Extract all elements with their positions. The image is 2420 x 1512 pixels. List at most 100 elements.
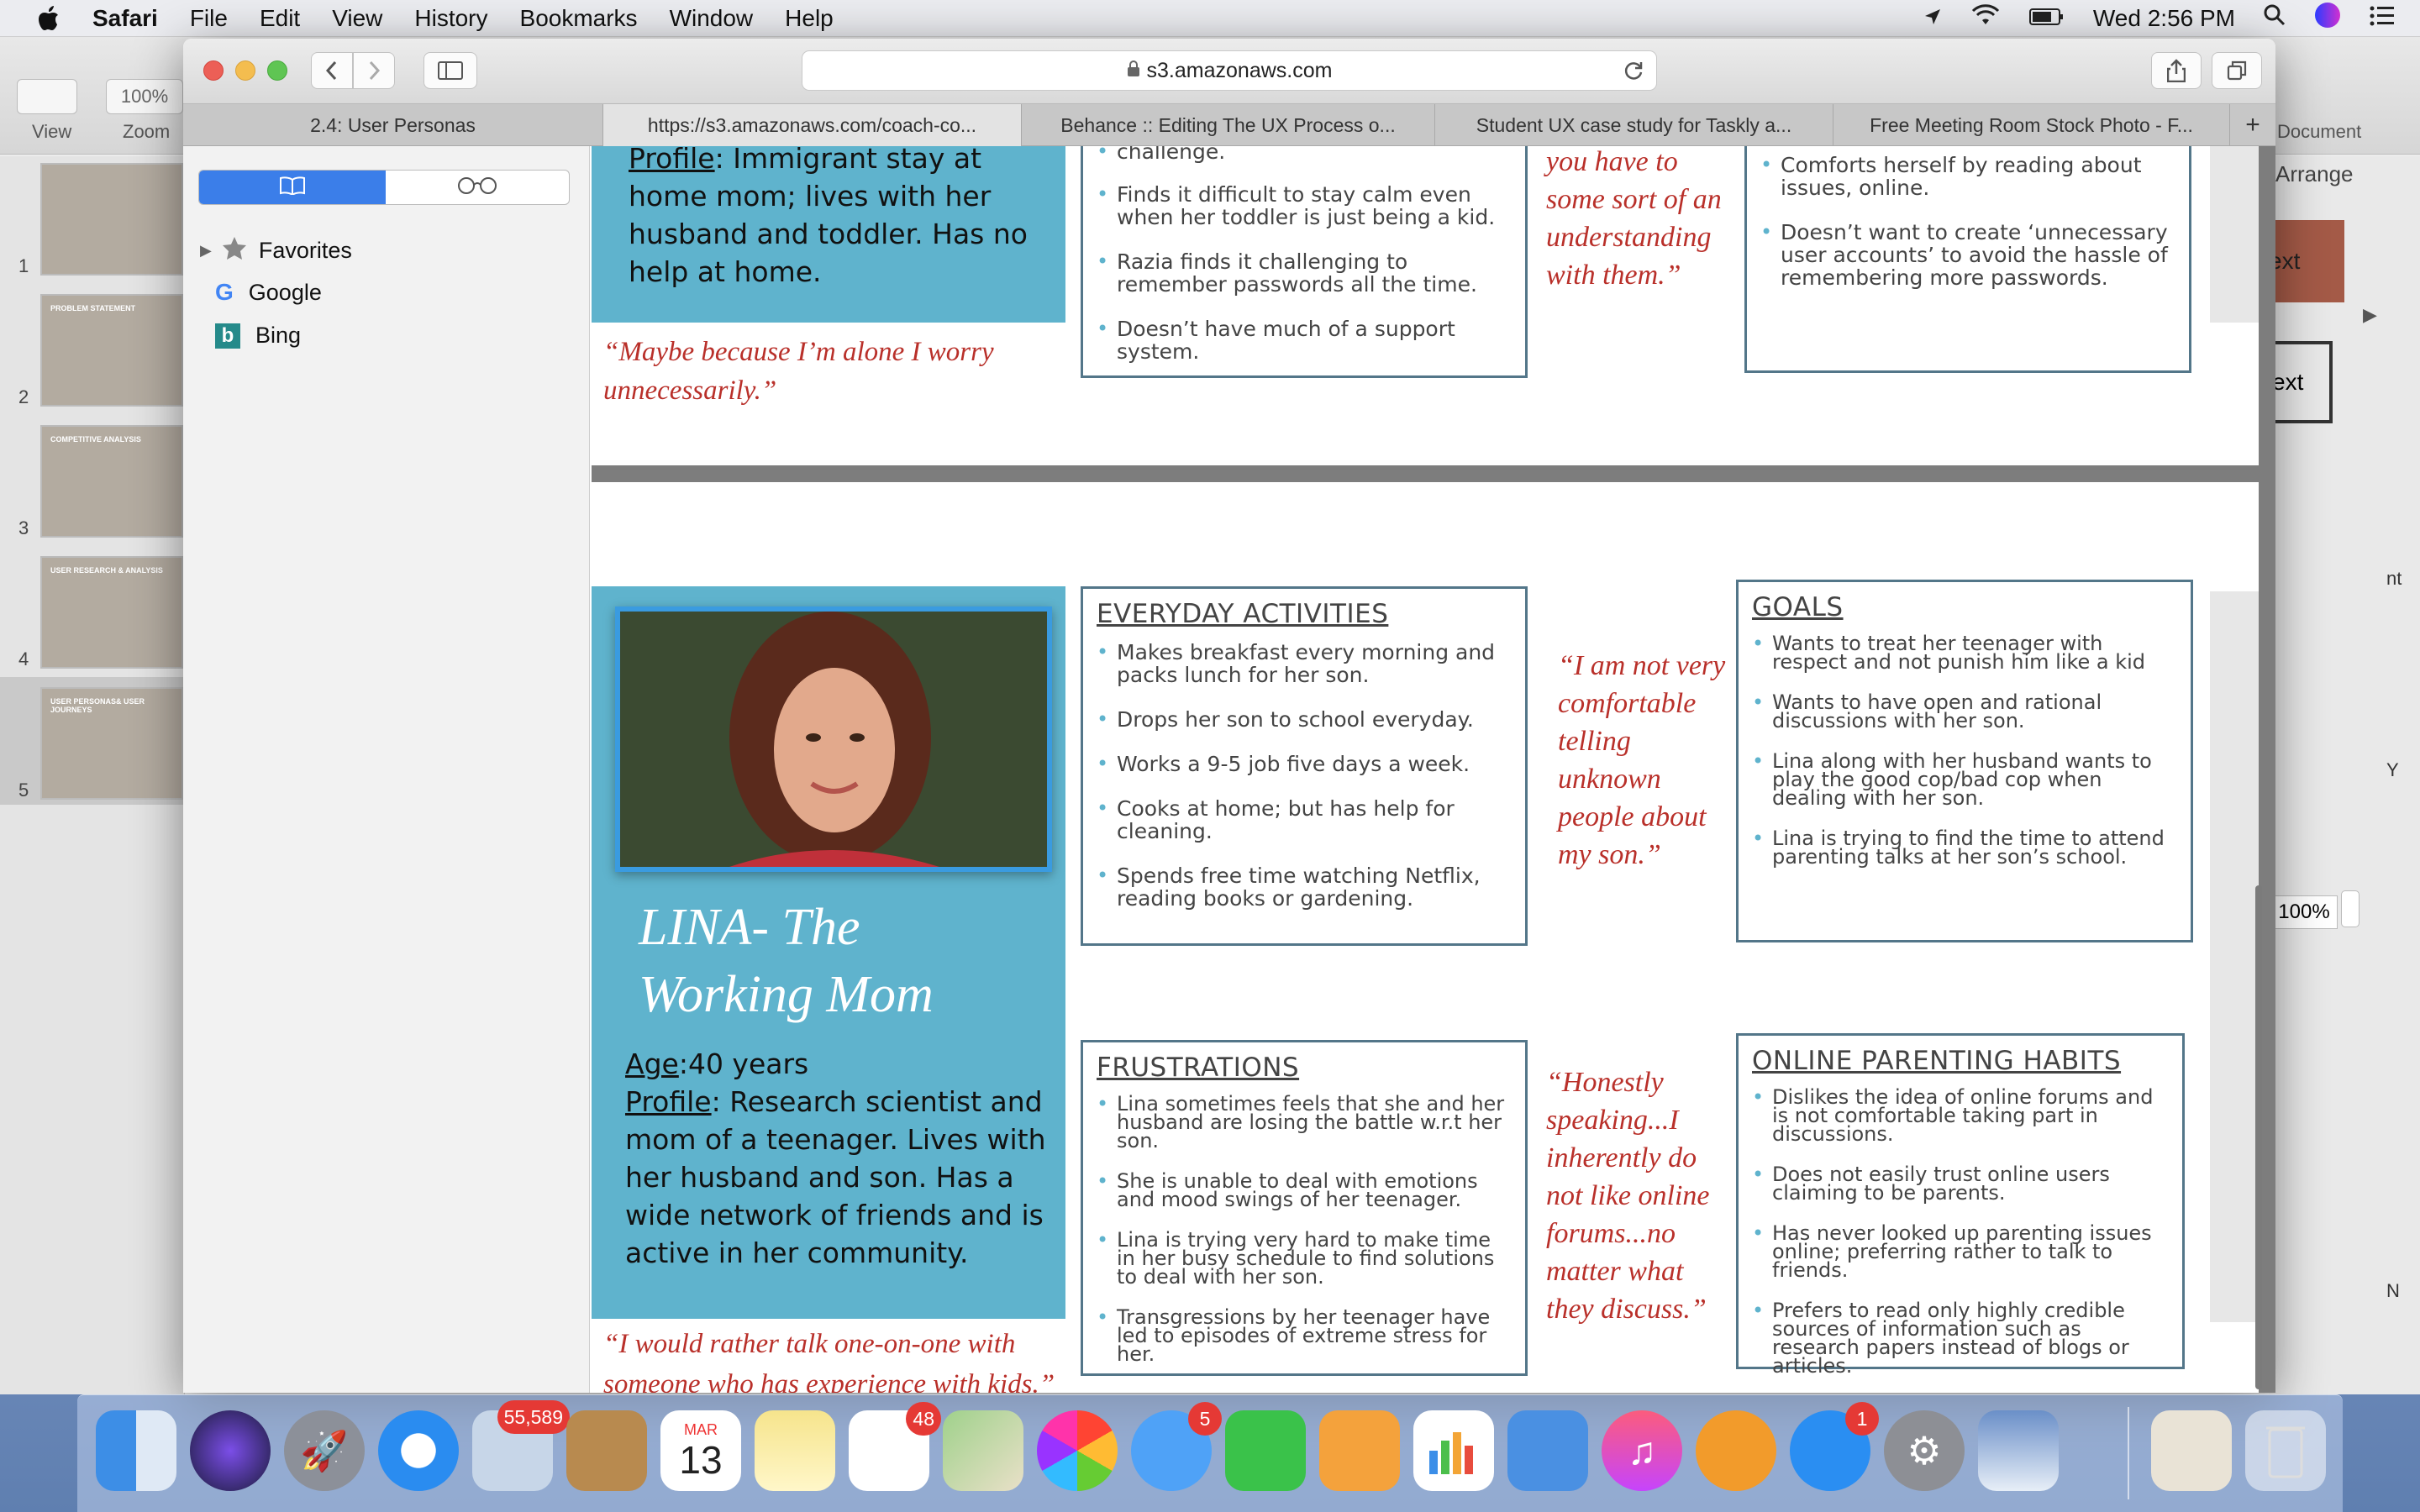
view-button[interactable] <box>17 79 77 114</box>
zoom-window-button[interactable] <box>267 60 287 81</box>
numbers-icon[interactable] <box>1413 1410 1494 1491</box>
calendar-icon[interactable]: MAR 13 <box>660 1410 741 1491</box>
slide-side-strip <box>2210 146 2259 323</box>
system-preferences-icon[interactable]: ⚙ <box>1884 1410 1965 1491</box>
disclosure-triangle-icon[interactable]: ▶ <box>200 242 212 260</box>
online-habits-card: Comforts herself by reading about issues… <box>1744 146 2191 373</box>
launchpad-icon[interactable]: 🚀 <box>284 1410 365 1491</box>
back-button[interactable] <box>311 52 353 89</box>
show-all-tabs-button[interactable] <box>2212 52 2262 89</box>
persona-profile-box: LINA- The Working Mom Age:40 years Profi… <box>592 586 1065 1319</box>
slide-number: 4 <box>18 648 29 669</box>
downloads-stack-icon[interactable] <box>2151 1410 2232 1491</box>
text-style-button[interactable]: ext <box>2269 220 2344 302</box>
sidebar-segmented-control <box>198 170 570 205</box>
safari-dock-icon[interactable] <box>378 1410 459 1491</box>
vertical-scrollbar[interactable] <box>2255 885 2262 1389</box>
habit-item: Comforts herself by reading about issues… <box>1757 154 2179 199</box>
zoom-select[interactable]: 100% <box>106 79 183 114</box>
tab-behance[interactable]: Behance :: Editing The UX Process o... <box>1022 104 1435 146</box>
document-label[interactable]: Document <box>2277 121 2361 143</box>
slide-navigator: 1 PROBLEM STATEMENT 2 COMPETITIVE ANALYS… <box>0 156 185 1394</box>
safari-window: s3.amazonaws.com 2.4: User Personas http… <box>183 39 2275 1393</box>
sidebar-item-favorites[interactable]: ▶ Favorites <box>200 235 352 266</box>
forward-button[interactable] <box>353 52 395 89</box>
messages-icon[interactable]: 5 <box>1131 1402 1222 1491</box>
menu-app-name[interactable]: Safari <box>92 5 158 32</box>
share-button[interactable] <box>2151 52 2202 89</box>
notes-icon[interactable] <box>755 1410 835 1491</box>
slide-title: USER RESEARCH & ANALYSIS <box>50 566 163 575</box>
reload-icon[interactable] <box>1623 60 1644 87</box>
sidebar-item-google[interactable]: G Google <box>215 279 322 306</box>
persona-slide-lina: LINA- The Working Mom Age:40 years Profi… <box>592 482 2259 1393</box>
wifi-icon[interactable] <box>1970 4 2001 32</box>
maps-icon[interactable] <box>943 1410 1023 1491</box>
finder-icon[interactable] <box>96 1410 176 1491</box>
everyday-activities-card: EVERYDAY ACTIVITIES Makes breakfast ever… <box>1081 586 1528 946</box>
photos-icon[interactable] <box>1037 1410 1118 1491</box>
siri-dock-icon[interactable] <box>190 1410 271 1491</box>
preview-icon[interactable] <box>1978 1410 2059 1491</box>
zoom-field[interactable]: 100% <box>2270 895 2338 929</box>
slide-number: 1 <box>18 255 29 276</box>
close-window-button[interactable] <box>203 60 224 81</box>
slide-thumbnail[interactable]: USER PERSONAS& USER JOURNEYS <box>40 687 183 800</box>
sidebar-item-bing[interactable]: b Bing <box>215 323 301 349</box>
zoom-stepper[interactable] <box>2341 890 2360 927</box>
menu-history[interactable]: History <box>414 5 487 32</box>
reading-list-tab-button[interactable] <box>386 171 569 204</box>
text-style-button[interactable]: ext <box>2269 341 2333 423</box>
tab-meeting-room-photo[interactable]: Free Meeting Room Stock Photo - F... <box>1833 104 2230 146</box>
format-inspector: Arrange ext ext ▶ nt Y N 100% <box>2269 156 2420 1394</box>
trash-icon[interactable] <box>2245 1410 2326 1491</box>
tab-s3-active[interactable]: https://s3.amazonaws.com/coach-co... <box>603 104 1022 146</box>
notification-center-icon[interactable] <box>2370 5 2395 32</box>
app-store-icon[interactable]: 1 <box>1790 1402 1879 1491</box>
tab-label: https://s3.amazonaws.com/coach-co... <box>647 113 977 136</box>
slide-thumbnail[interactable] <box>40 163 183 276</box>
bookmarks-tab-button[interactable] <box>199 171 386 204</box>
menu-file[interactable]: File <box>190 5 228 32</box>
arrange-tab[interactable]: Arrange <box>2275 161 2354 187</box>
spotlight-search-icon[interactable] <box>2264 4 2286 32</box>
card-title: GOALS <box>1752 592 1844 622</box>
menu-help[interactable]: Help <box>785 5 834 32</box>
goal-item: Wants to treat her teenager with respect… <box>1749 633 2181 672</box>
menu-window[interactable]: Window <box>670 5 754 32</box>
new-tab-button[interactable]: + <box>2230 104 2275 146</box>
siri-icon[interactable] <box>2314 2 2341 34</box>
minimize-window-button[interactable] <box>235 60 255 81</box>
mail-icon[interactable]: 55,589 <box>472 1400 570 1491</box>
habit-item: Does not easily trust online users claim… <box>1749 1164 2172 1203</box>
activity-item: Spends free time watching Netflix, readi… <box>1093 864 1515 910</box>
tab-taskly-case-study[interactable]: Student UX case study for Taskly a... <box>1435 104 1833 146</box>
slide-thumbnail[interactable]: COMPETITIVE ANALYSIS <box>40 425 183 538</box>
goals-card: GOALS Wants to treat her teenager with r… <box>1736 580 2193 942</box>
slide-title: PROBLEM STATEMENT <box>50 304 136 312</box>
battery-icon[interactable] <box>2028 5 2065 32</box>
sidebar-toggle-button[interactable] <box>424 52 477 89</box>
address-bar[interactable]: s3.amazonaws.com <box>802 50 1657 91</box>
habit-item: Dislikes the idea of online forums and i… <box>1749 1087 2172 1144</box>
tab-user-personas[interactable]: 2.4: User Personas <box>183 104 603 146</box>
apple-menu-icon[interactable] <box>30 0 67 37</box>
menu-view[interactable]: View <box>332 5 382 32</box>
keynote-icon[interactable] <box>1507 1410 1588 1491</box>
clock[interactable]: Wed 2:56 PM <box>2093 5 2235 32</box>
menu-edit[interactable]: Edit <box>260 5 300 32</box>
itunes-icon[interactable]: ♫ <box>1602 1410 1682 1491</box>
slide-thumbnail[interactable]: PROBLEM STATEMENT <box>40 294 183 407</box>
ibooks-icon[interactable] <box>1696 1410 1776 1491</box>
pages-icon[interactable] <box>1319 1410 1400 1491</box>
frustration-item: challenge. <box>1093 146 1515 163</box>
view-label: View <box>32 121 72 142</box>
facetime-icon[interactable] <box>1225 1410 1306 1491</box>
contacts-icon[interactable] <box>566 1410 647 1491</box>
location-icon[interactable] <box>1923 5 1942 32</box>
reminders-icon[interactable]: 48 <box>849 1402 941 1491</box>
expand-arrow-icon[interactable]: ▶ <box>2363 304 2377 326</box>
menu-bookmarks[interactable]: Bookmarks <box>520 5 638 32</box>
slide-thumbnail[interactable]: USER RESEARCH & ANALYSIS <box>40 556 183 669</box>
frustration-item: Lina is trying very hard to make time in… <box>1093 1230 1515 1287</box>
